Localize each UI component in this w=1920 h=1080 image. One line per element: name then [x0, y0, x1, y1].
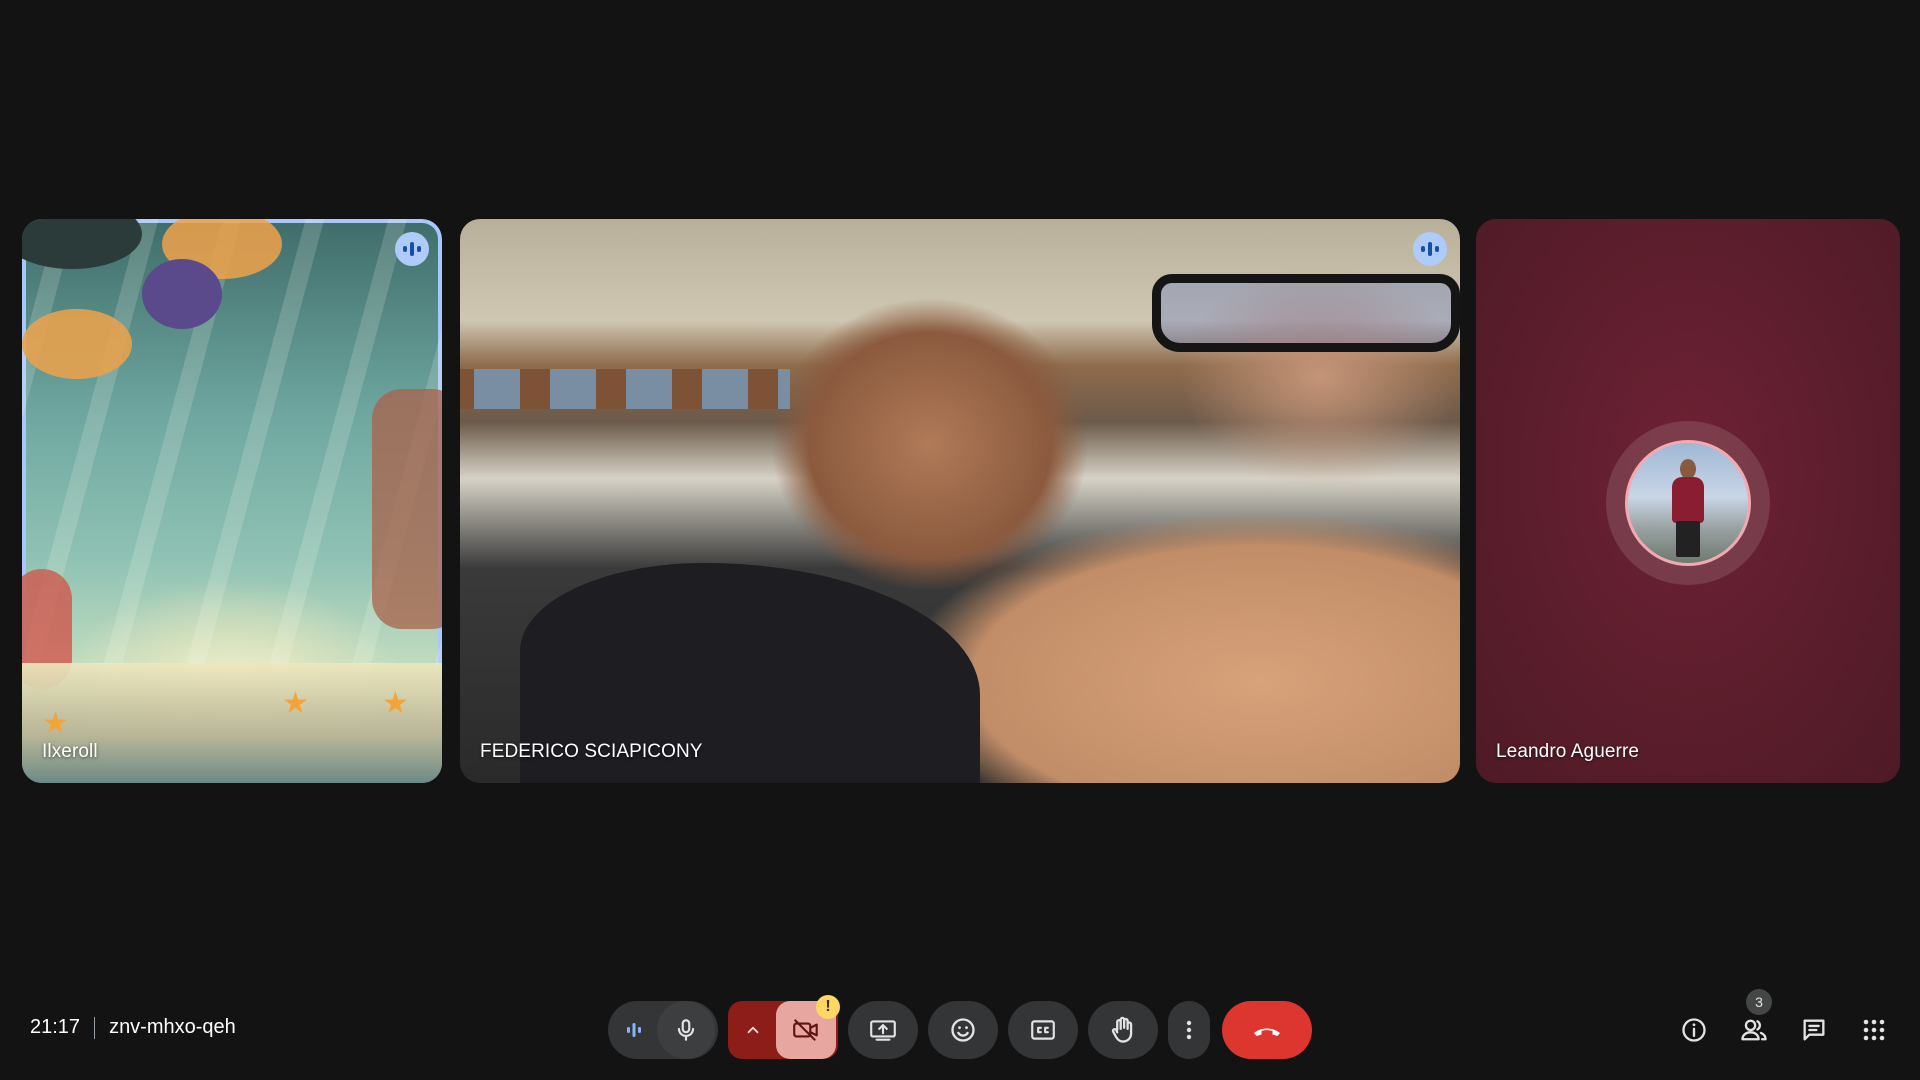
more-vert-icon — [1186, 1020, 1192, 1040]
reactions-button[interactable] — [928, 1001, 998, 1059]
people-count-badge: 3 — [1746, 989, 1772, 1015]
meeting-code: znv-mhxo-qeh — [109, 1016, 236, 1038]
present-screen-button[interactable] — [848, 1001, 918, 1059]
mic-button[interactable] — [657, 1001, 715, 1059]
raise-hand-icon — [1111, 1016, 1133, 1043]
meeting-details: 21:17 znv-mhxo-qeh — [30, 1016, 236, 1039]
starfish-decoration: ★ — [282, 687, 309, 720]
starfish-decoration: ★ — [382, 687, 409, 720]
background-windows — [460, 369, 790, 409]
clock-time: 21:17 — [30, 1016, 81, 1038]
chat-button[interactable] — [1790, 1006, 1838, 1054]
video-frame-detail — [1152, 274, 1460, 352]
camera-toggle-button[interactable]: ! — [776, 995, 840, 1059]
mic-icon — [677, 1019, 695, 1041]
speaking-indicator-icon — [395, 232, 429, 266]
participant-name: Ilxeroll — [42, 741, 98, 762]
mic-control-group — [608, 1001, 718, 1059]
starfish-decoration: ★ — [42, 707, 69, 740]
people-button[interactable]: 3 — [1730, 989, 1778, 1054]
emoji-icon — [951, 1018, 975, 1042]
end-call-button[interactable] — [1222, 1001, 1312, 1059]
participant-name: Leandro Aguerre — [1496, 741, 1640, 762]
sand-floor — [22, 663, 442, 783]
avatar — [1625, 440, 1751, 566]
activities-button[interactable] — [1850, 1006, 1898, 1054]
people-icon — [1741, 1019, 1767, 1041]
raise-hand-button[interactable] — [1088, 1001, 1158, 1059]
camera-warning-badge: ! — [816, 995, 840, 1019]
end-call-icon — [1254, 1028, 1280, 1036]
audio-level-icon[interactable] — [611, 1001, 657, 1059]
participant-tile-leandro[interactable]: Leandro Aguerre — [1476, 219, 1900, 783]
divider — [94, 1016, 96, 1039]
apps-grid-icon — [1863, 1019, 1885, 1041]
more-options-button[interactable] — [1168, 1001, 1210, 1059]
camera-options-button[interactable] — [730, 1001, 776, 1059]
camera-off-icon — [793, 1019, 818, 1041]
meeting-info-button[interactable] — [1670, 1006, 1718, 1054]
chevron-up-icon — [747, 1026, 759, 1034]
speaking-indicator-icon — [1413, 232, 1447, 266]
participant-name: FEDERICO SCIAPICONY — [480, 741, 703, 762]
captions-icon — [1031, 1020, 1055, 1040]
present-screen-icon — [870, 1020, 896, 1041]
captions-button[interactable] — [1008, 1001, 1078, 1059]
coral-decoration — [142, 259, 222, 329]
camera-control-group: ! — [728, 995, 840, 1059]
chat-icon — [1803, 1019, 1825, 1041]
info-icon — [1682, 1018, 1706, 1042]
participant-tile-federico[interactable]: FEDERICO SCIAPICONY — [460, 219, 1460, 783]
participant-tile-ilxeroll[interactable]: ★ ★ ★ Ilxeroll — [22, 219, 442, 783]
shipwreck-decoration — [372, 389, 442, 629]
avatar-ring — [1606, 421, 1770, 585]
coral-decoration — [22, 309, 132, 379]
